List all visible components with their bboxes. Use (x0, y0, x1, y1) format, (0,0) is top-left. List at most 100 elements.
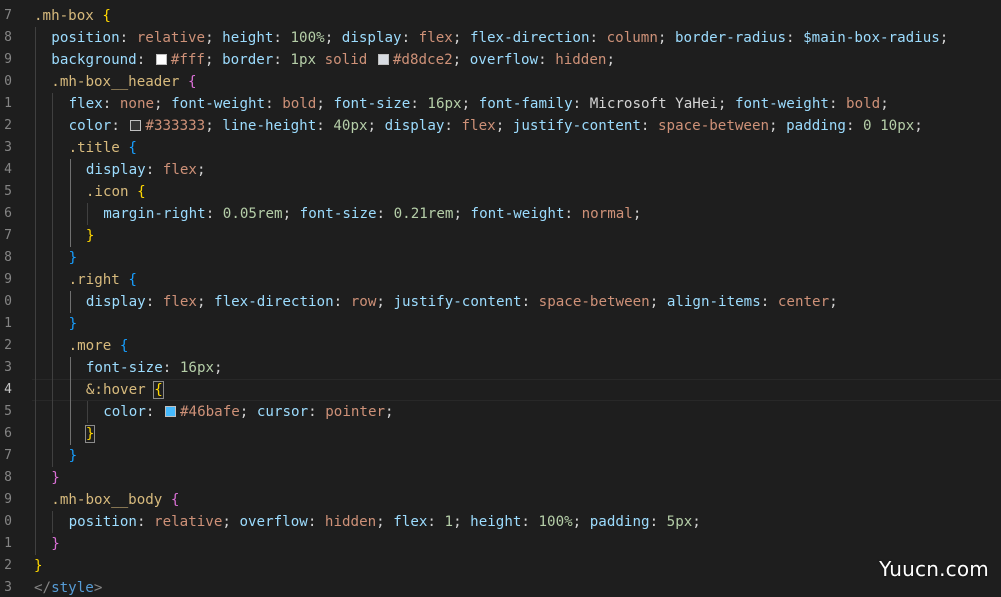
code-line[interactable]: margin-right: 0.05rem; font-size: 0.21re… (34, 203, 1001, 225)
code-token: flex (162, 294, 197, 310)
code-token: 0 (863, 118, 872, 134)
code-line[interactable]: position: relative; height: 100%; displa… (34, 27, 1001, 49)
code-line[interactable]: .mh-box__body { (34, 489, 1001, 511)
code-line[interactable]: color: #333333; line-height: 40px; displ… (34, 115, 1001, 137)
code-token: padding (786, 118, 846, 134)
code-line[interactable]: background: #fff; border: 1px solid #d8d… (34, 49, 1001, 71)
indent-guide (69, 291, 71, 313)
code-token: : (401, 30, 419, 46)
code-line[interactable]: .title { (34, 137, 1001, 159)
code-token: column (606, 30, 658, 46)
code-token: : (521, 294, 539, 310)
code-token: font-weight (734, 96, 829, 112)
code-token: row (350, 294, 377, 310)
code-token: .mh-box__body (51, 492, 163, 508)
code-token: } (68, 250, 78, 266)
code-line[interactable]: &:hover { (32, 379, 1001, 401)
code-token: } (84, 425, 96, 443)
indent-guide (52, 291, 54, 313)
code-line[interactable]: </style> (34, 577, 1001, 597)
code-token: hidden (555, 52, 607, 68)
code-token: ; (880, 96, 889, 112)
indent-guide (52, 203, 54, 225)
line-number: 2 (4, 338, 12, 353)
code-line[interactable]: } (34, 313, 1001, 335)
line-number: 2 (4, 558, 12, 573)
code-area[interactable]: .mh-box {position: relative; height: 100… (32, 5, 1001, 597)
code-token: ; (452, 30, 470, 46)
code-token: : (136, 52, 154, 68)
code-token: ; (205, 118, 223, 134)
code-token: ; (461, 96, 479, 112)
code-token: > (93, 580, 103, 596)
code-token: Microsoft YaHei (589, 96, 718, 112)
code-token: ; (205, 30, 223, 46)
code-token: ; (154, 96, 172, 112)
indent-guide (52, 269, 54, 291)
code-token: } (51, 470, 60, 486)
code-token: ; (829, 294, 838, 310)
code-token: : (145, 404, 163, 420)
code-token: { (187, 74, 197, 90)
code-token: ; (452, 52, 470, 68)
code-line[interactable]: .right { (34, 269, 1001, 291)
code-token: flex-direction (469, 30, 590, 46)
code-line[interactable]: .more { (34, 335, 1001, 357)
indent-guide (69, 423, 71, 445)
color-swatch-icon[interactable] (155, 54, 167, 65)
code-line[interactable]: .mh-box { (34, 5, 1001, 27)
code-token: } (68, 448, 78, 464)
code-token: font-size (333, 96, 411, 112)
code-token: space-between (658, 118, 770, 134)
indent-guide (52, 357, 54, 379)
code-token: ; (324, 30, 342, 46)
indent-guide (52, 93, 54, 115)
code-line[interactable]: display: flex; (34, 159, 1001, 181)
indent-guide (35, 445, 36, 467)
code-line[interactable]: } (34, 555, 1001, 577)
line-number: 6 (4, 426, 12, 441)
code-token: 100% (290, 30, 325, 46)
code-line[interactable]: } (34, 225, 1001, 247)
code-token: ; (939, 30, 949, 46)
code-token: color (103, 404, 146, 420)
code-line[interactable]: flex: none; font-weight: bold; font-size… (34, 93, 1001, 115)
code-token: : (308, 404, 326, 420)
code-token: : (162, 360, 180, 376)
code-token: solid (324, 52, 368, 68)
code-line[interactable]: } (34, 533, 1001, 555)
indent-guide (52, 115, 54, 137)
color-swatch-icon[interactable] (165, 406, 176, 417)
code-token: font-family (478, 96, 573, 112)
code-line[interactable]: } (34, 423, 1001, 445)
code-line[interactable]: .icon { (34, 181, 1001, 203)
code-line[interactable]: } (34, 445, 1001, 467)
code-line[interactable]: position: relative; overflow: hidden; fl… (34, 511, 1001, 533)
code-token: : (333, 294, 351, 310)
code-line[interactable]: font-size: 16px; (34, 357, 1001, 379)
indent-guide (35, 423, 36, 445)
code-token: { (119, 338, 129, 354)
color-swatch-icon[interactable] (377, 54, 389, 65)
code-token: display (85, 162, 146, 178)
line-number: 6 (4, 206, 12, 221)
code-line[interactable]: } (34, 467, 1001, 489)
code-token: } (51, 536, 60, 552)
code-token: ; (717, 96, 735, 112)
color-swatch-icon[interactable] (130, 120, 142, 131)
code-editor[interactable]: 789012345678901234567890123 .mh-box {pos… (0, 0, 1001, 597)
code-token: font-size (85, 360, 163, 376)
code-token: : (307, 514, 325, 530)
code-line[interactable]: display: flex; flex-direction: row; just… (34, 291, 1001, 313)
code-line[interactable]: color: #46bafe; cursor: pointer; (34, 401, 1001, 423)
indent-guide (86, 203, 88, 225)
indent-guide (52, 511, 54, 533)
code-line[interactable]: .mh-box__header { (34, 71, 1001, 93)
code-token: </ (34, 580, 52, 596)
code-token: .mh-box__header (51, 74, 180, 90)
code-line[interactable]: } (34, 247, 1001, 269)
code-token: normal (581, 206, 633, 222)
line-number: 0 (4, 514, 12, 529)
